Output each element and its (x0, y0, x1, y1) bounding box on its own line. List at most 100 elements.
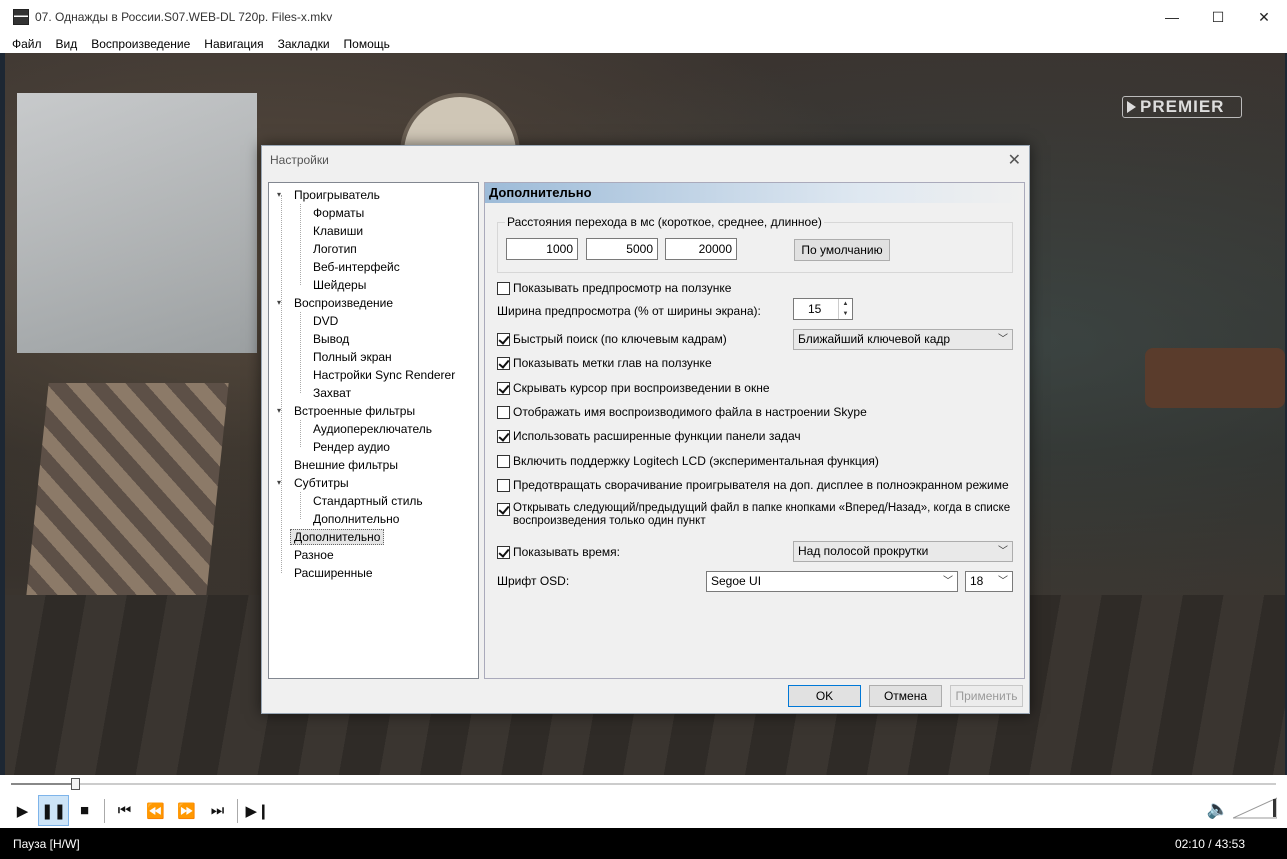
jump-medium-input[interactable]: 5000 (586, 238, 658, 260)
app-icon (13, 9, 29, 25)
skype-row[interactable]: Отображать имя воспроизводимого файла в … (497, 403, 867, 421)
tree-item[interactable]: Полный экран (269, 348, 478, 366)
settings-tree[interactable]: ▾ Проигрыватель Форматы Клавиши Логотип Веб-и… (268, 182, 479, 679)
seek-thumb[interactable] (71, 778, 80, 790)
preview-width-value: 15 (808, 302, 822, 316)
pause-button[interactable]: ❚❚ (38, 795, 69, 826)
tree-item[interactable]: Аудиопереключатель (269, 420, 478, 438)
volume-icon[interactable]: 🔈 (1207, 799, 1229, 820)
tree-item[interactable]: Стандартный стиль (269, 492, 478, 510)
tree-item[interactable]: Дополнительно (269, 528, 478, 546)
panel-heading: Дополнительно (485, 183, 1024, 203)
video-scene-chair (1145, 348, 1285, 408)
play-button[interactable]: ▶ (7, 795, 38, 826)
osd-size-select[interactable]: 18 ﹀ (965, 571, 1013, 592)
previous-button[interactable]: ⏮ (109, 795, 140, 826)
menu-play[interactable]: Воспроизведение (84, 37, 197, 51)
tree-item[interactable]: Форматы (269, 204, 478, 222)
tree-item-label: Шейдеры (313, 278, 367, 292)
tree-item-label: Дополнительно (313, 512, 400, 526)
taskbar-row[interactable]: Использовать расширенные функции панели … (497, 427, 801, 445)
status-bar: Пауза [H/W] 02:10 / 43:53 (0, 828, 1287, 859)
minimize-button[interactable]: — (1149, 0, 1195, 34)
tree-item[interactable]: ▾ Субтитры (269, 474, 478, 492)
tree-item[interactable]: Дополнительно (269, 510, 478, 528)
next-prev-label-line2: воспроизведения только один пункт (513, 515, 706, 527)
taskbar-checkbox[interactable] (497, 429, 510, 443)
jump-long-input[interactable]: 20000 (665, 238, 737, 260)
pause-icon: ❚❚ (40, 802, 67, 820)
tree-expander-icon[interactable]: ▾ (277, 402, 281, 420)
rewind-button[interactable]: ⏪ (140, 795, 171, 826)
logitech-checkbox[interactable] (497, 454, 510, 468)
show-time-select[interactable]: Над полосой прокрутки ﹀ (793, 541, 1013, 562)
osd-font-value: Segoe UI (711, 574, 762, 588)
show-preview-checkbox[interactable] (497, 281, 510, 295)
seek-bar[interactable] (0, 775, 1287, 793)
default-jump-button[interactable]: По умолчанию (794, 239, 890, 261)
menu-view[interactable]: Вид (49, 37, 85, 51)
jump-short-input[interactable]: 1000 (506, 238, 578, 260)
stop-button[interactable]: ■ (69, 795, 100, 826)
cancel-button[interactable]: Отмена (869, 685, 942, 707)
logitech-row[interactable]: Включить поддержку Logitech LCD (экспери… (497, 452, 879, 470)
next-prev-row[interactable]: Открывать следующий/предыдущий файл в па… (497, 502, 1010, 530)
fast-seek-select[interactable]: Ближайший ключевой кадр ﹀ (793, 329, 1013, 350)
tree-item[interactable]: Расширенные (269, 564, 478, 582)
tree-item[interactable]: Логотип (269, 240, 478, 258)
tree-item[interactable]: ▾ Встроенные фильтры (269, 402, 478, 420)
prevent-minimize-checkbox[interactable] (497, 478, 510, 492)
seek-track[interactable] (11, 783, 1276, 785)
chapter-marks-row[interactable]: Показывать метки глав на ползунке (497, 354, 712, 372)
fast-seek-checkbox[interactable] (497, 332, 510, 346)
tree-expander-icon[interactable]: ▾ (277, 474, 281, 492)
tree-item-label: Клавиши (313, 224, 364, 238)
tree-item[interactable]: ▾ Проигрыватель (269, 186, 478, 204)
chapter-marks-label: Показывать метки глав на ползунке (513, 356, 712, 370)
tree-item[interactable]: Шейдеры (269, 276, 478, 294)
prevent-minimize-row[interactable]: Предотвращать сворачивание проигрывателя… (497, 476, 1009, 494)
tree-item-label: Вывод (313, 332, 350, 346)
next-button[interactable]: ⏭ (202, 795, 233, 826)
tree-expander-icon[interactable]: ▾ (277, 186, 281, 204)
preview-width-spinner[interactable]: 15 ▲ ▼ (793, 298, 853, 320)
menu-file[interactable]: Файл (5, 37, 49, 51)
close-button[interactable]: ✕ (1241, 0, 1287, 34)
show-time-checkbox[interactable] (497, 545, 510, 559)
osd-font-select[interactable]: Segoe UI ﹀ (706, 571, 958, 592)
settings-dialog: Настройки ✕ ▾ Проигрыватель Форматы Клавиши… (261, 145, 1030, 714)
tree-item[interactable]: Рендер аудио (269, 438, 478, 456)
menu-favorites[interactable]: Закладки (271, 37, 337, 51)
tree-item[interactable]: Клавиши (269, 222, 478, 240)
spinner-arrows-icon[interactable]: ▲ ▼ (838, 299, 852, 319)
apply-button[interactable]: Применить (950, 685, 1023, 707)
fast-seek-row[interactable]: Быстрый поиск (по ключевым кадрам) (497, 330, 727, 348)
tree-item[interactable]: Разное (269, 546, 478, 564)
chapter-marks-checkbox[interactable] (497, 356, 510, 370)
tree-item[interactable]: Веб-интерфейс (269, 258, 478, 276)
tree-expander-icon[interactable]: ▾ (277, 294, 281, 312)
menu-navigate[interactable]: Навигация (197, 37, 270, 51)
tree-item[interactable]: Внешние фильтры (269, 456, 478, 474)
tree-item-label: Внешние фильтры (294, 458, 398, 472)
hide-cursor-row[interactable]: Скрывать курсор при воспроизведении в ок… (497, 379, 770, 397)
tree-item[interactable]: Вывод (269, 330, 478, 348)
chevron-down-icon: ﹀ (998, 546, 1008, 557)
dialog-close-icon[interactable]: ✕ (1008, 150, 1021, 170)
tree-item[interactable]: DVD (269, 312, 478, 330)
skype-checkbox[interactable] (497, 405, 510, 419)
tree-item[interactable]: ▾ Воспроизведение (269, 294, 478, 312)
hide-cursor-checkbox[interactable] (497, 381, 510, 395)
tree-item[interactable]: Настройки Sync Renderer (269, 366, 478, 384)
maximize-button[interactable]: ☐ (1195, 0, 1241, 34)
next-prev-checkbox[interactable] (497, 503, 510, 516)
menu-help[interactable]: Помощь (337, 37, 397, 51)
frame-step-button[interactable]: ▶❙ (242, 795, 273, 826)
fast-forward-button[interactable]: ⏩ (171, 795, 202, 826)
tree-item[interactable]: Захват (269, 384, 478, 402)
volume-slider[interactable] (1233, 797, 1277, 819)
show-time-row[interactable]: Показывать время: (497, 543, 620, 561)
stop-icon: ■ (79, 802, 90, 819)
ok-button[interactable]: OK (788, 685, 861, 707)
show-preview-row[interactable]: Показывать предпросмотр на ползунке (497, 279, 731, 297)
